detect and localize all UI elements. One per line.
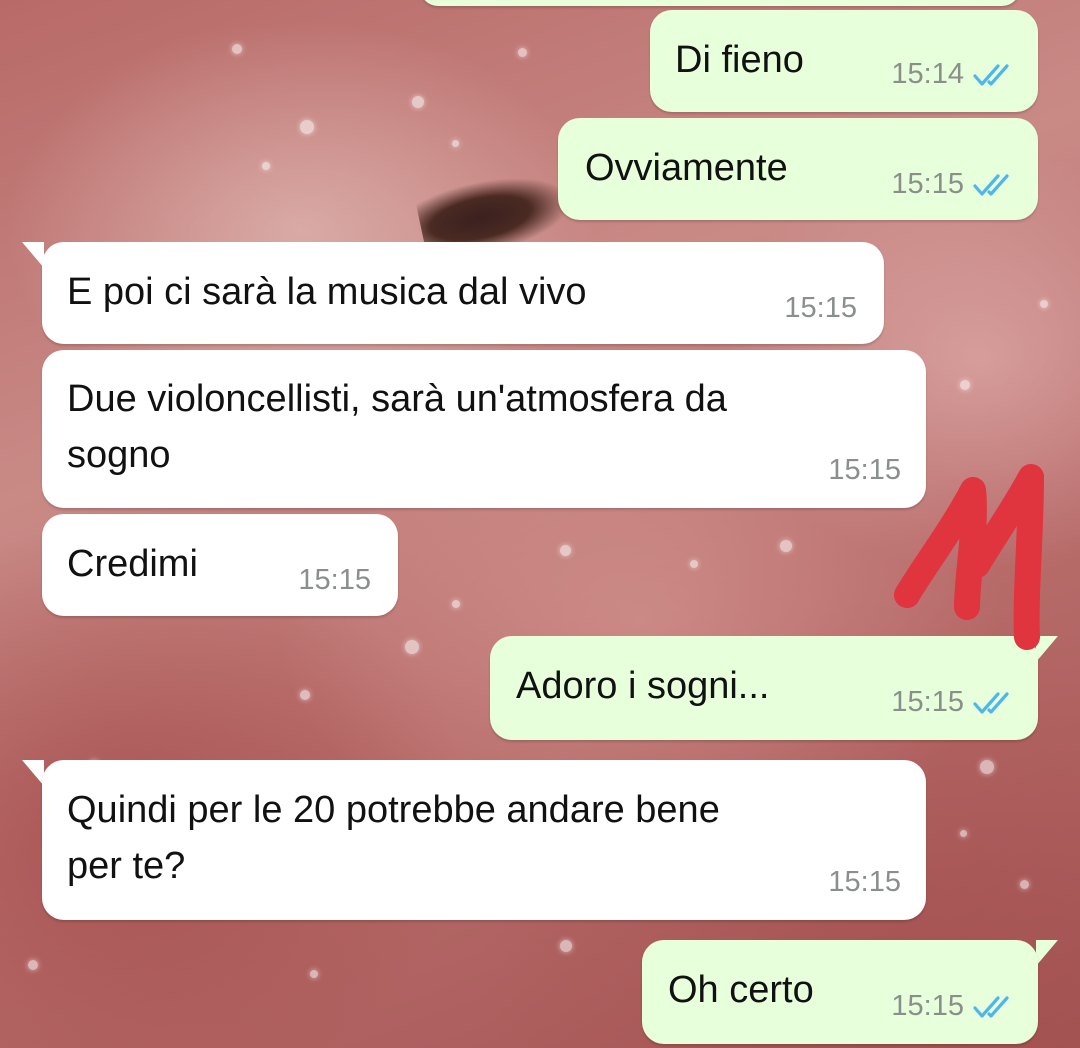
message-bubble-incoming[interactable]: Due violoncellisti, sarà un'atmosfera da…: [42, 350, 926, 508]
message-time: 15:15: [891, 168, 964, 200]
bubble-tail: [22, 760, 44, 786]
message-text: Oh certo: [668, 969, 814, 1011]
message-time: 15:15: [891, 990, 964, 1022]
message-text: Di fieno: [675, 39, 804, 81]
message-time: 15:15: [891, 686, 964, 718]
message-meta: 15:15: [828, 866, 901, 899]
message-text: Ovviamente: [585, 147, 788, 189]
message-time: 15:15: [828, 866, 901, 898]
message-bubble-outgoing[interactable]: Ovviamente 15:15: [558, 118, 1038, 220]
message-bubble-incoming[interactable]: Quindi per le 20 potrebbe andare bene pe…: [42, 760, 926, 920]
message-text-line: per te?: [67, 845, 186, 887]
previous-message-bubble[interactable]: [420, 0, 1020, 6]
message-time: 15:15: [784, 292, 857, 324]
message-bubble-outgoing[interactable]: Oh certo 15:15: [642, 940, 1038, 1044]
bubble-tail: [1036, 940, 1058, 966]
double-check-read-icon: [972, 994, 1016, 1020]
message-bubble-incoming[interactable]: E poi ci sarà la musica dal vivo 15:15: [42, 242, 884, 344]
message-meta: 15:14: [891, 58, 1016, 91]
message-text: Adoro i sogni...: [516, 665, 770, 707]
double-check-read-icon: [972, 690, 1016, 716]
message-time: 15:14: [891, 58, 964, 90]
double-check-read-icon: [972, 62, 1016, 88]
message-bubble-outgoing[interactable]: Di fieno 15:14: [650, 10, 1038, 112]
message-text-line: sogno: [67, 434, 171, 476]
message-text: Credimi: [67, 543, 198, 585]
message-meta: 15:15: [784, 292, 857, 325]
double-check-read-icon: [972, 172, 1016, 198]
message-meta: 15:15: [891, 686, 1016, 719]
message-meta: 15:15: [891, 990, 1016, 1023]
number-11-sticker: [885, 455, 1055, 660]
message-text: E poi ci sarà la musica dal vivo: [67, 271, 587, 313]
message-meta: 15:15: [298, 564, 371, 597]
message-meta: 15:15: [891, 168, 1016, 201]
message-text-line: Due violoncellisti, sarà un'atmosfera da: [67, 378, 727, 420]
message-bubble-incoming[interactable]: Credimi 15:15: [42, 514, 398, 616]
bubble-tail: [22, 242, 44, 268]
message-text-line: Quindi per le 20 potrebbe andare bene: [67, 789, 720, 831]
message-time: 15:15: [298, 564, 371, 596]
